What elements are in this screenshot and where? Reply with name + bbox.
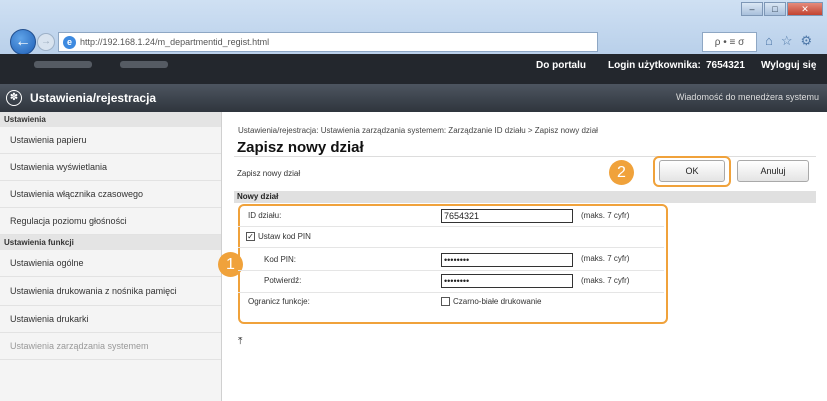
- sidebar-item-timer[interactable]: Ustawienia włącznika czasowego: [0, 181, 221, 208]
- divider: [238, 270, 664, 271]
- maximize-button[interactable]: □: [764, 2, 786, 16]
- action-bar: Zapisz nowy dział OK Anuluj: [234, 156, 816, 187]
- sidebar-section-system[interactable]: Ustawienia zarządzania systemem: [0, 333, 221, 360]
- breadcrumb: Ustawienia/rejestracja: Ustawienia zarzą…: [238, 126, 598, 135]
- blurred-logo: [34, 61, 92, 68]
- page-title: Zapisz nowy dział: [237, 139, 364, 156]
- back-to-top-icon[interactable]: ⤒: [238, 336, 242, 347]
- action-bar-label: Zapisz nowy dział: [237, 169, 301, 178]
- confirm-hint: (maks. 7 cyfr): [581, 276, 630, 285]
- star-icon[interactable]: ☆: [781, 33, 793, 49]
- divider: [238, 247, 664, 248]
- sidebar-section-settings: Ustawienia: [0, 112, 221, 127]
- forward-button[interactable]: →: [37, 33, 55, 51]
- toolbar-icons: ⌂ ☆ ⚙: [765, 33, 812, 49]
- divider: [238, 292, 664, 293]
- ok-button[interactable]: OK: [659, 160, 725, 182]
- address-tools[interactable]: ρ • ≡ σ: [702, 32, 757, 52]
- sidebar-item-general[interactable]: Ustawienia ogólne: [0, 250, 221, 277]
- set-pin-label: Ustaw kod PIN: [258, 232, 311, 241]
- back-button[interactable]: ←: [10, 29, 36, 55]
- ie-logo-icon: e: [63, 35, 76, 49]
- id-hint: (maks. 7 cyfr): [581, 211, 630, 220]
- divider: [238, 226, 664, 227]
- blurred-model-name: [120, 61, 168, 68]
- id-field[interactable]: 7654321: [441, 209, 573, 223]
- sidebar-section-functions: Ustawienia funkcji: [0, 235, 221, 250]
- pin-hint: (maks. 7 cyfr): [581, 254, 630, 263]
- pin-label: Kod PIN:: [264, 255, 297, 264]
- section-header: Nowy dział: [234, 191, 816, 203]
- portal-link[interactable]: Do portalu: [536, 60, 586, 71]
- sidebar-item-memory-print[interactable]: Ustawienia drukowania z nośnika pamięci: [0, 277, 221, 306]
- settings-icon: ✽: [6, 90, 22, 106]
- close-button[interactable]: ✕: [787, 2, 823, 16]
- confirm-label: Potwierdź:: [264, 276, 302, 285]
- arrow-left-icon: ←: [15, 33, 31, 50]
- sidebar-item-volume[interactable]: Regulacja poziomu głośności: [0, 208, 221, 235]
- logout-link[interactable]: Wyloguj się: [761, 60, 816, 71]
- title-bar: ✽ Ustawienia/rejestracja Wiadomość do me…: [0, 84, 827, 112]
- sidebar-item-paper[interactable]: Ustawienia papieru: [0, 127, 221, 154]
- cancel-button[interactable]: Anuluj: [737, 160, 809, 182]
- gear-icon[interactable]: ⚙: [801, 33, 813, 49]
- restrict-label: Ogranicz funkcje:: [248, 297, 310, 306]
- home-icon[interactable]: ⌂: [765, 33, 773, 49]
- sidebar: Ustawienia Ustawienia papieru Ustawienia…: [0, 112, 222, 401]
- login-label: Login użytkownika:: [608, 60, 701, 71]
- sidebar-item-printer[interactable]: Ustawienia drukarki: [0, 306, 221, 333]
- bw-print-label: Czarno-białe drukowanie: [453, 297, 542, 306]
- confirm-pin-field[interactable]: ••••••••: [441, 274, 573, 288]
- login-user: 7654321: [706, 60, 745, 71]
- arrow-right-icon: →: [41, 36, 51, 47]
- main-content: Ustawienia/rejestracja: Ustawienia zarzą…: [218, 112, 827, 401]
- admin-message-link[interactable]: Wiadomość do menedżera systemu: [676, 92, 819, 102]
- sidebar-item-display[interactable]: Ustawienia wyświetlania: [0, 154, 221, 181]
- set-pin-checkbox[interactable]: ✓: [246, 232, 255, 241]
- minimize-button[interactable]: –: [741, 2, 763, 16]
- top-bar: Do portalu Login użytkownika: 7654321 Wy…: [0, 54, 827, 84]
- id-label: ID działu:: [248, 211, 282, 220]
- pin-field[interactable]: ••••••••: [441, 253, 573, 267]
- url-text: http://192.168.1.24/m_departmentid_regis…: [80, 37, 270, 47]
- step-badge-2: 2: [609, 160, 634, 185]
- address-bar[interactable]: e http://192.168.1.24/m_departmentid_reg…: [58, 32, 598, 52]
- bw-print-checkbox[interactable]: [441, 297, 450, 306]
- page-section-title: Ustawienia/rejestracja: [30, 91, 157, 105]
- window-controls: – □ ✕: [741, 2, 823, 16]
- browser-chrome: – □ ✕ ← → e http://192.168.1.24/m_depart…: [0, 0, 827, 55]
